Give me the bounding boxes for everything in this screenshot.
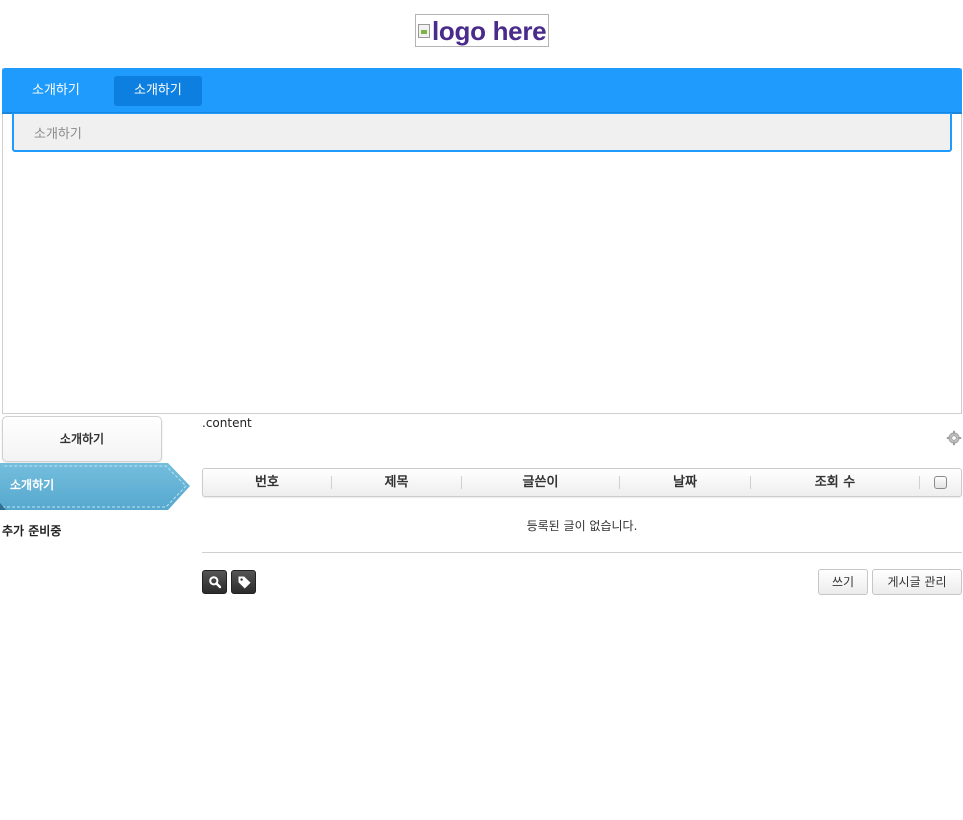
search-button[interactable] (202, 570, 227, 594)
sidebar-note: 추가 준비중 (2, 524, 62, 538)
sidebar-title-button[interactable]: 소개하기 (2, 416, 162, 462)
select-all-checkbox[interactable] (934, 476, 947, 489)
sub-nav-item-intro[interactable]: 소개하기 (34, 123, 82, 142)
column-header-views: 조회 수 (814, 475, 856, 490)
table-bottom-divider (202, 552, 962, 553)
column-header-number: 번호 (255, 475, 279, 490)
main-navigation: 소개하기 소개하기 (2, 68, 962, 114)
nav-item-intro[interactable]: 소개하기 (12, 76, 100, 106)
site-logo[interactable]: logo here (415, 14, 549, 47)
broken-image-icon (418, 23, 430, 38)
manage-posts-button[interactable]: 게시글 관리 (872, 569, 962, 595)
sub-navigation: 소개하기 (12, 113, 952, 152)
nav-item-intro-active[interactable]: 소개하기 (114, 76, 202, 106)
column-header-author: 글쓴이 (522, 475, 559, 490)
column-header-date: 날짜 (673, 475, 697, 490)
write-button[interactable]: 쓰기 (818, 569, 868, 595)
tag-button[interactable] (231, 570, 256, 594)
empty-list-message: 등록된 글이 없습니다. (526, 519, 638, 533)
sidebar-item-intro[interactable]: 소개하기 (10, 476, 54, 493)
column-divider (919, 476, 920, 489)
board-table-header: 번호 제목 글쓴이 날짜 조회 수 (202, 468, 962, 497)
gear-icon[interactable] (946, 430, 962, 446)
search-icon (209, 576, 222, 589)
content-label: .content (202, 416, 252, 430)
column-header-title: 제목 (384, 475, 409, 490)
logo-alt-text: logo here (432, 15, 547, 46)
tag-icon (238, 576, 251, 589)
